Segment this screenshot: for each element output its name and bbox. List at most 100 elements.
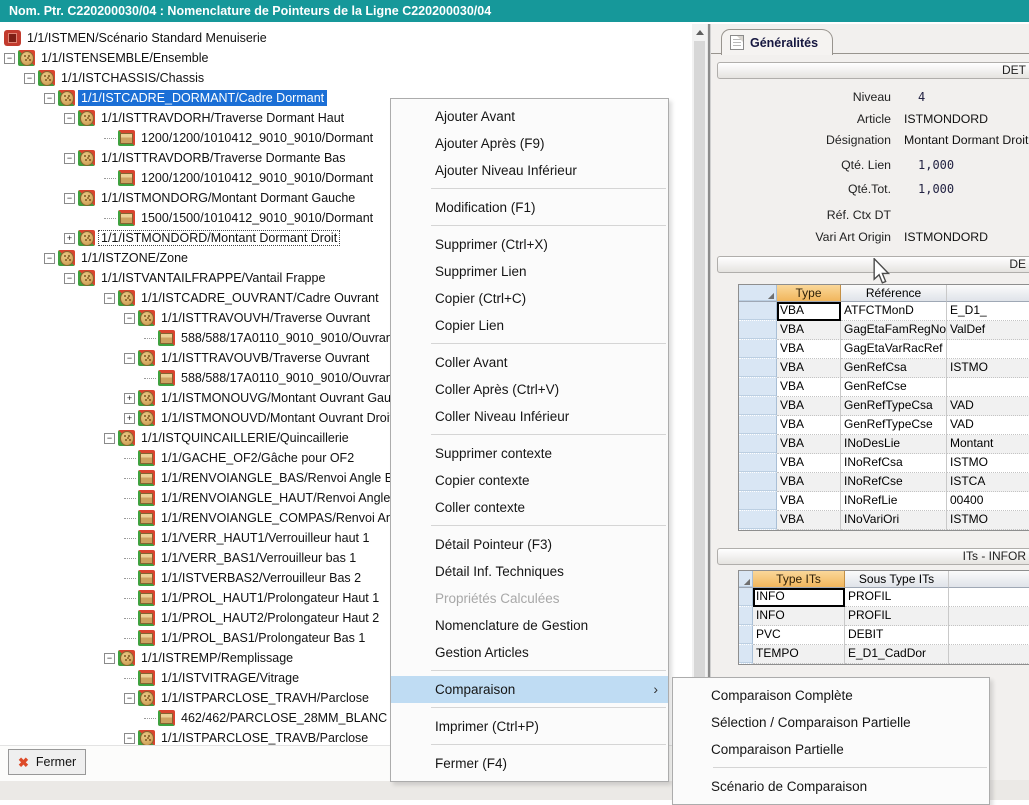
grid-cell[interactable]	[949, 626, 1029, 645]
grid-cell[interactable]: ISTCA	[947, 473, 1029, 492]
table-row[interactable]: VBAGagEtaFamRegNomValDef	[739, 321, 1029, 340]
grid-cell[interactable]: VBA	[777, 340, 841, 359]
menu-item-copier-ctrl-c[interactable]: Copier (Ctrl+C)	[391, 285, 668, 312]
column-header-sous-type-its[interactable]: Sous Type ITs	[845, 571, 949, 588]
column-header-type-its[interactable]: Type ITs	[753, 571, 845, 588]
expand-icon[interactable]: +	[64, 233, 75, 244]
table-row[interactable]: VBAGenRefCse	[739, 378, 1029, 397]
tree-scrollbar[interactable]	[692, 24, 707, 745]
grid-cell[interactable]: VBA	[777, 302, 841, 321]
menu-item-scenario-de-comparaison[interactable]: Scénario de Comparaison	[673, 773, 989, 800]
grid-cell[interactable]: VBA	[777, 454, 841, 473]
its-grid[interactable]: ◢Type ITsSous Type ITs INFOPROFILINFOPROF…	[738, 570, 1029, 665]
table-row[interactable]: VBAGenRefCsaISTMO	[739, 359, 1029, 378]
menu-item-coller-niveau-inferieur[interactable]: Coller Niveau Inférieur	[391, 403, 668, 430]
table-row[interactable]: VBAINoRefCseISTCA	[739, 473, 1029, 492]
grid-cell[interactable]: ValDef	[947, 321, 1029, 340]
collapse-icon[interactable]: −	[64, 113, 75, 124]
row-selector[interactable]	[739, 473, 777, 492]
grid-cell[interactable]: VBA	[777, 378, 841, 397]
collapse-icon[interactable]: −	[124, 313, 135, 324]
table-row[interactable]: VBAGagEtaVarRacRef	[739, 340, 1029, 359]
grid-cell[interactable]	[949, 645, 1029, 664]
row-selector[interactable]	[739, 359, 777, 378]
collapse-icon[interactable]: −	[104, 653, 115, 664]
row-selector[interactable]	[739, 302, 777, 321]
grid-cell[interactable]: VBA	[777, 321, 841, 340]
scrollbar-thumb[interactable]	[694, 41, 705, 743]
row-selector[interactable]	[739, 378, 777, 397]
collapse-icon[interactable]: −	[64, 193, 75, 204]
grid-cell[interactable]: INoRefCse	[841, 473, 947, 492]
table-row[interactable]: VBAGenRefTypeCsaVAD	[739, 397, 1029, 416]
select-all-corner-icon[interactable]: ◢	[739, 571, 753, 588]
table-row[interactable]: VBAINoRefLie00400	[739, 492, 1029, 511]
grid-cell[interactable]: VAD	[947, 397, 1029, 416]
grid-cell[interactable]	[947, 340, 1029, 359]
row-selector[interactable]	[739, 607, 753, 626]
tree-item[interactable]: 1/1/ISTMEN/Scénario Standard Menuiserie	[0, 28, 692, 48]
grid-cell[interactable]: GenRefCsa	[841, 359, 947, 378]
grid-cell[interactable]: PROFIL	[845, 607, 949, 626]
row-selector[interactable]	[739, 645, 753, 664]
fermer-button[interactable]: ✖ Fermer	[8, 749, 86, 775]
grid-cell[interactable]: E_D1_	[947, 302, 1029, 321]
menu-item-fermer-f4[interactable]: Fermer (F4)	[391, 750, 668, 777]
table-row[interactable]: PVCDEBIT	[739, 626, 1029, 645]
grid-cell[interactable]: ISTMO	[947, 359, 1029, 378]
grid-cell[interactable]: VBA	[777, 397, 841, 416]
row-selector[interactable]	[739, 397, 777, 416]
grid-cell[interactable]: VBA	[777, 416, 841, 435]
grid-cell[interactable]: GagEtaFamRegNom	[841, 321, 947, 340]
row-selector[interactable]	[739, 454, 777, 473]
table-row[interactable]: INFOPROFIL	[739, 607, 1029, 626]
menu-item-modification-f1[interactable]: Modification (F1)	[391, 194, 668, 221]
collapse-icon[interactable]: −	[124, 733, 135, 744]
grid-cell[interactable]: GagEtaVarRacRef	[841, 340, 947, 359]
row-selector[interactable]	[739, 416, 777, 435]
menu-item-coller-contexte[interactable]: Coller contexte	[391, 494, 668, 521]
menu-item-comparaison-complete[interactable]: Comparaison Complète	[673, 682, 989, 709]
grid-cell[interactable]: PROFIL	[845, 588, 949, 607]
grid-cell[interactable]: INoRefCsa	[841, 454, 947, 473]
menu-item-ajouter-avant[interactable]: Ajouter Avant	[391, 103, 668, 130]
grid-cell[interactable]: GenRefTypeCse	[841, 416, 947, 435]
collapse-icon[interactable]: −	[64, 153, 75, 164]
grid-cell[interactable]: E_D1_CadDor	[845, 645, 949, 664]
menu-item-selection-comparaison-partielle[interactable]: Sélection / Comparaison Partielle	[673, 709, 989, 736]
grid-cell[interactable]: INFO	[753, 607, 845, 626]
row-selector[interactable]	[739, 626, 753, 645]
grid-cell[interactable]: VBA	[777, 359, 841, 378]
row-selector[interactable]	[739, 435, 777, 454]
column-header-reference[interactable]: Référence	[841, 285, 947, 302]
tree-item[interactable]: −1/1/ISTCHASSIS/Chassis	[0, 68, 692, 88]
expand-icon[interactable]: +	[124, 393, 135, 404]
grid-cell[interactable]: DEBIT	[845, 626, 949, 645]
tree-item[interactable]: −1/1/ISTENSEMBLE/Ensemble	[0, 48, 692, 68]
grid-cell[interactable]: PVC	[753, 626, 845, 645]
table-row[interactable]: VBAINoVariOriISTMO	[739, 511, 1029, 530]
grid-cell[interactable]: ISTMO	[947, 511, 1029, 530]
menu-item-supprimer-ctrl-x[interactable]: Supprimer (Ctrl+X)	[391, 231, 668, 258]
menu-item-proprietes-calculees[interactable]: Propriétés Calculées	[391, 585, 668, 612]
collapse-icon[interactable]: −	[124, 693, 135, 704]
table-row[interactable]: VBAGenRefTypeCseVAD	[739, 416, 1029, 435]
collapse-icon[interactable]: −	[124, 353, 135, 364]
grid-cell[interactable]	[947, 378, 1029, 397]
menu-item-gestion-articles[interactable]: Gestion Articles	[391, 639, 668, 666]
row-selector[interactable]	[739, 321, 777, 340]
collapse-icon[interactable]: −	[24, 73, 35, 84]
scroll-up-icon[interactable]	[692, 24, 707, 40]
collapse-icon[interactable]: −	[44, 93, 55, 104]
menu-item-comparaison-partielle[interactable]: Comparaison Partielle	[673, 736, 989, 763]
menu-item-comparaison[interactable]: Comparaison›	[391, 676, 668, 703]
select-all-corner-icon[interactable]: ◢	[739, 285, 777, 302]
row-selector[interactable]	[739, 588, 753, 607]
grid-cell[interactable]: INoVariOri	[841, 511, 947, 530]
grid-cell[interactable]: 00400	[947, 492, 1029, 511]
collapse-icon[interactable]: −	[104, 293, 115, 304]
collapse-icon[interactable]: −	[104, 433, 115, 444]
menu-item-imprimer-ctrl-p[interactable]: Imprimer (Ctrl+P)	[391, 713, 668, 740]
grid-cell[interactable]: Montant	[947, 435, 1029, 454]
menu-item-coller-apres-ctrl-v[interactable]: Coller Après (Ctrl+V)	[391, 376, 668, 403]
